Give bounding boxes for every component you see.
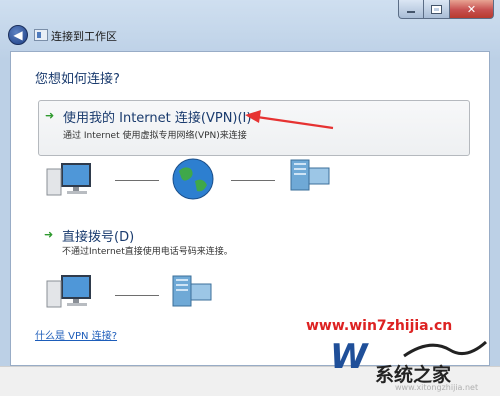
back-button[interactable]: ◀: [8, 25, 28, 45]
minimize-icon: [407, 11, 415, 13]
watermark-site-small: www.xitongzhijia.net: [395, 383, 479, 392]
option-dialup-description: 不通过Internet直接使用电话号码来连接。: [62, 247, 233, 257]
globe-icon: [172, 158, 214, 200]
connector-line: [115, 180, 159, 181]
maximize-icon: [431, 4, 442, 14]
title-bar: ✕: [0, 0, 500, 24]
computer-icon: [46, 275, 91, 308]
close-icon: ✕: [466, 2, 477, 16]
page-heading: 您想如何连接?: [35, 72, 120, 87]
go-arrow-icon: ➜: [44, 228, 54, 241]
option-dialup[interactable]: ➜ 直接拨号(D) 不通过Internet直接使用电话号码来连接。: [38, 224, 470, 258]
svg-text:W: W: [330, 337, 369, 376]
dialog-window: ✕ ◀ 连接到工作区 您想如何连接? ➜ 使用我的 Internet 连接(VP…: [0, 0, 500, 396]
maximize-button[interactable]: [424, 0, 450, 19]
minimize-button[interactable]: [398, 0, 424, 19]
server-icon: [290, 159, 330, 191]
computer-icon: [46, 163, 91, 196]
option-vpn-description: 通过 Internet 使用虚拟专用网络(VPN)来连接: [63, 131, 247, 141]
nav-title: 连接到工作区: [51, 30, 117, 43]
server-icon: [172, 275, 212, 307]
window-controls: ✕: [398, 0, 494, 20]
nav-bar: ◀ 连接到工作区: [0, 22, 500, 48]
go-arrow-icon: ➜: [45, 109, 55, 122]
option-vpn-title: 使用我的 Internet 连接(VPN)(I): [63, 111, 252, 126]
annotation-arrow-icon: [245, 110, 334, 130]
connector-line: [231, 180, 275, 181]
network-icon: [34, 29, 48, 41]
back-arrow-icon: ◀: [13, 28, 23, 42]
option-dialup-title: 直接拨号(D): [62, 230, 135, 245]
vpn-help-link[interactable]: 什么是 VPN 连接?: [35, 327, 117, 342]
connector-line: [115, 295, 159, 296]
close-button[interactable]: ✕: [450, 0, 494, 19]
watermark-url: www.win7zhijia.cn: [306, 318, 453, 334]
watermark-swirl-icon: [403, 340, 488, 358]
